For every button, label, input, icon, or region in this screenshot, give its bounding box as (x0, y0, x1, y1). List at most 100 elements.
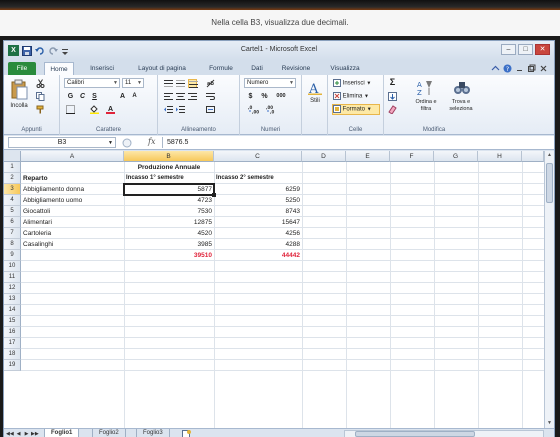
clear-icon[interactable] (388, 105, 397, 115)
row-header-12[interactable]: 12 (4, 283, 21, 294)
sort-filter-button[interactable]: AZ Ordina e filtra (412, 78, 440, 116)
fill-color-icon[interactable] (90, 105, 99, 114)
tab-view[interactable]: Visualizza (324, 62, 366, 75)
cell-c9-total[interactable]: 44442 (214, 250, 302, 261)
formula-options-icon[interactable] (122, 138, 142, 150)
cell-c4[interactable]: 5250 (214, 195, 302, 206)
orientation-icon[interactable]: ab (206, 79, 215, 88)
insert-function-button[interactable]: fx (148, 137, 155, 146)
cell-a6[interactable]: Alimentari (21, 217, 124, 228)
scroll-down-icon[interactable]: ▼ (545, 419, 554, 428)
format-cells-button[interactable]: Formato ▼ (332, 104, 380, 115)
name-box[interactable]: B3 ▼ (8, 137, 116, 148)
horizontal-scrollbar[interactable] (344, 430, 544, 437)
align-center-icon[interactable] (176, 92, 185, 101)
row-header-10[interactable]: 10 (4, 261, 21, 272)
tab-file[interactable]: File (8, 62, 36, 75)
wrap-text-icon[interactable] (206, 92, 215, 101)
font-color-button[interactable]: A (106, 105, 115, 114)
grow-font-button[interactable]: A (118, 92, 127, 101)
row-header-17[interactable]: 17 (4, 338, 21, 349)
row-header-14[interactable]: 14 (4, 305, 21, 316)
cell-a8[interactable]: Casalinghi (21, 239, 124, 250)
cell-c3[interactable]: 6259 (214, 184, 302, 195)
percent-button[interactable]: % (260, 92, 269, 101)
underline-button[interactable]: S (90, 92, 99, 101)
minimize-ribbon-icon[interactable] (491, 64, 500, 73)
cell-a5[interactable]: Giocattoli (21, 206, 124, 217)
column-header-e[interactable]: E (346, 151, 390, 162)
row-header-15[interactable]: 15 (4, 316, 21, 327)
align-left-icon[interactable] (164, 92, 173, 101)
cell-c5[interactable]: 8743 (214, 206, 302, 217)
row-header-6[interactable]: 6 (4, 217, 21, 228)
select-all-corner[interactable] (4, 151, 21, 162)
row-header-19[interactable]: 19 (4, 360, 21, 371)
cell-b7[interactable]: 4520 (124, 228, 214, 239)
row-header-7[interactable]: 7 (4, 228, 21, 239)
row-header-4[interactable]: 4 (4, 195, 21, 206)
insert-cells-button[interactable]: Inserisci ▼ (332, 78, 380, 89)
vertical-scrollbar[interactable]: ▲ ▼ (544, 151, 554, 428)
shrink-font-button[interactable]: A (130, 92, 139, 101)
cell-a3[interactable]: Abbigliamento donna (21, 184, 124, 195)
cut-icon[interactable] (36, 79, 45, 88)
sheet-tab-foglio2[interactable]: Foglio2 (92, 429, 126, 437)
row-header-8[interactable]: 8 (4, 239, 21, 250)
align-bottom-icon[interactable] (188, 79, 198, 88)
cell-b9-total[interactable]: 39510 (124, 250, 214, 261)
increase-decimal-icon[interactable]: ,0,00 (248, 105, 262, 115)
align-right-icon[interactable] (188, 92, 197, 101)
first-sheet-icon[interactable]: ◀◀ (6, 430, 14, 437)
horizontal-scroll-thumb[interactable] (355, 431, 475, 437)
scroll-up-icon[interactable]: ▲ (545, 151, 554, 160)
row-header-2[interactable]: 2 (4, 173, 21, 184)
column-header-b[interactable]: B (124, 151, 214, 162)
row-header-16[interactable]: 16 (4, 327, 21, 338)
styles-button[interactable]: A Stili (305, 79, 325, 115)
currency-button[interactable]: $ (246, 92, 255, 101)
spreadsheet-grid[interactable]: A B C D E F G H Produzione Annuale Repar… (4, 151, 544, 428)
minimize-button[interactable]: – (501, 44, 516, 55)
row-header-1[interactable]: 1 (4, 162, 21, 173)
copy-icon[interactable] (36, 92, 45, 101)
vertical-scroll-thumb[interactable] (546, 163, 553, 203)
italic-button[interactable]: C (78, 92, 87, 101)
maximize-button[interactable]: □ (518, 44, 533, 55)
tab-review[interactable]: Revisione (276, 62, 316, 75)
cell-a2[interactable]: Reparto (21, 173, 124, 184)
cell-c7[interactable]: 4256 (214, 228, 302, 239)
doc-minimize-icon[interactable] (515, 64, 524, 73)
decrease-indent-icon[interactable] (164, 105, 173, 114)
fill-handle[interactable] (212, 193, 216, 197)
last-sheet-icon[interactable]: ▶▶ (31, 430, 39, 437)
decrease-decimal-icon[interactable]: ,00,0 (266, 105, 280, 115)
tab-insert[interactable]: Inserisci (84, 62, 120, 75)
cell-b8[interactable]: 3985 (124, 239, 214, 250)
bold-button[interactable]: G (66, 92, 75, 101)
cell-c2[interactable]: Incasso 2° semestre (214, 173, 302, 184)
tab-home[interactable]: Home (44, 62, 74, 75)
doc-restore-icon[interactable] (527, 64, 536, 73)
cell-a7[interactable]: Cartoleria (21, 228, 124, 239)
cell-c6[interactable]: 15647 (214, 217, 302, 228)
sheet-tab-foglio1[interactable]: Foglio1 (44, 429, 80, 437)
number-format-select[interactable]: Numero ▼ (244, 78, 296, 88)
close-button[interactable]: ✕ (535, 44, 550, 55)
tab-page-layout[interactable]: Layout di pagina (130, 62, 194, 75)
cell-b4[interactable]: 4723 (124, 195, 214, 206)
format-painter-icon[interactable] (36, 105, 45, 114)
fill-icon[interactable] (388, 92, 397, 101)
font-name-select[interactable]: Calibri ▼ (64, 78, 120, 88)
doc-close-icon[interactable] (539, 64, 548, 73)
delete-cells-button[interactable]: Elimina ▼ (332, 91, 380, 102)
column-header-f[interactable]: F (390, 151, 434, 162)
cell-b6[interactable]: 12875 (124, 217, 214, 228)
thousands-button[interactable]: 000 (274, 92, 288, 101)
font-size-select[interactable]: 11 ▼ (122, 78, 144, 88)
row-header-5[interactable]: 5 (4, 206, 21, 217)
help-icon[interactable]: ? (503, 64, 512, 73)
column-header-d[interactable]: D (302, 151, 346, 162)
tab-formulas[interactable]: Formule (204, 62, 238, 75)
column-header-a[interactable]: A (21, 151, 124, 162)
